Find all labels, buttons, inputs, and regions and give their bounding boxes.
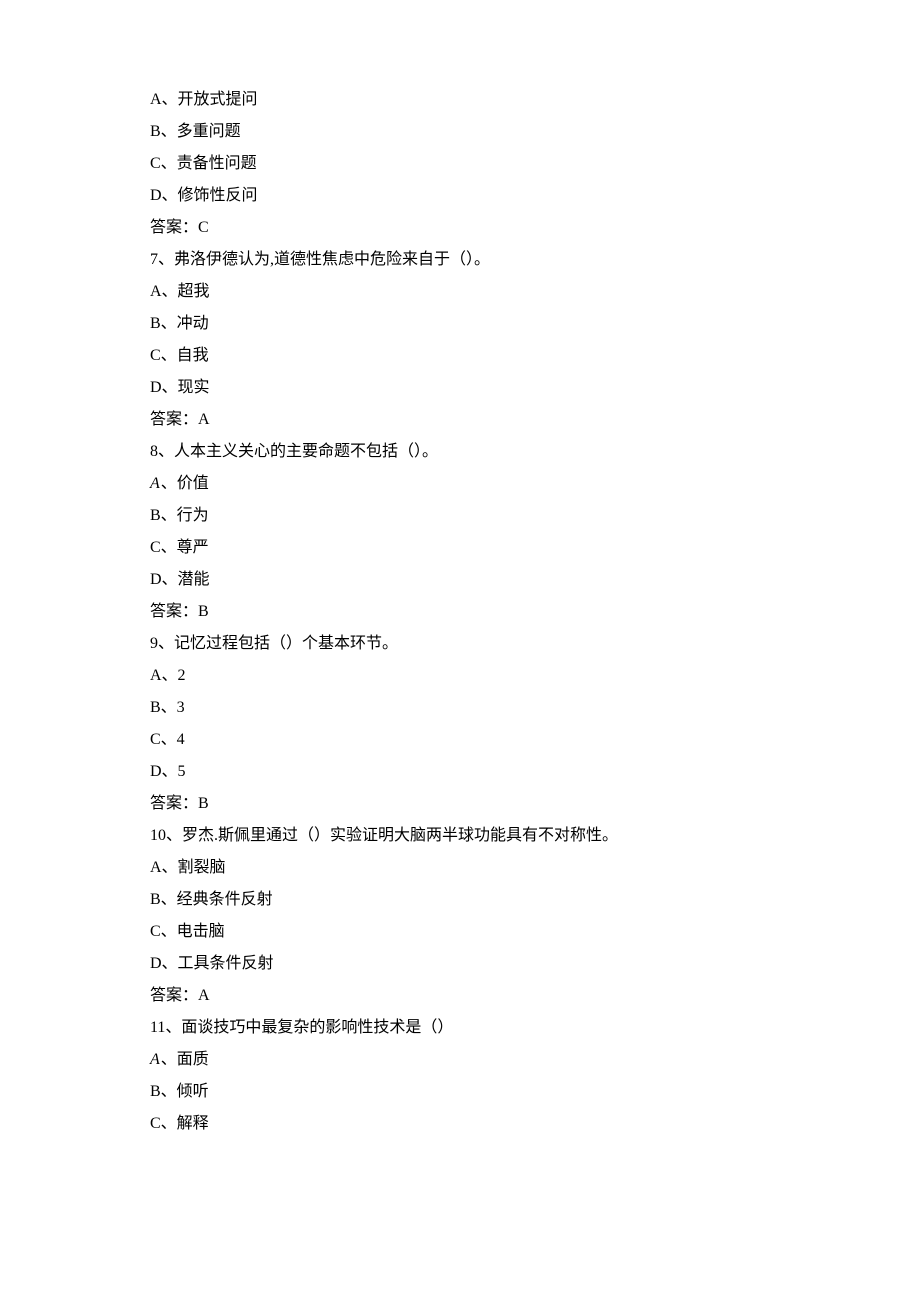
q7-option-d: D、现实 <box>150 372 770 404</box>
q11-a-letter: A <box>150 1051 161 1068</box>
q6-option-c: C、责备性问题 <box>150 148 770 180</box>
q10-option-c: C、电击脑 <box>150 916 770 948</box>
q7-option-a: A、超我 <box>150 276 770 308</box>
q8-option-a: A、价值 <box>150 468 770 500</box>
q9-option-c: C、4 <box>150 724 770 756</box>
q6-answer: 答案：C <box>150 212 770 244</box>
q9-answer: 答案：B <box>150 788 770 820</box>
q6-option-d: D、修饰性反问 <box>150 180 770 212</box>
q10-answer: 答案：A <box>150 980 770 1012</box>
q8-a-rest: 、价值 <box>161 475 209 492</box>
q6-option-a: A、开放式提问 <box>150 84 770 116</box>
q10-stem: 10、罗杰.斯佩里通过（）实验证明大脑两半球功能具有不对称性。 <box>150 820 770 852</box>
q10-option-b: B、经典条件反射 <box>150 884 770 916</box>
q8-answer: 答案：B <box>150 596 770 628</box>
q9-stem: 9、记忆过程包括（）个基本环节。 <box>150 628 770 660</box>
q7-option-b: B、冲动 <box>150 308 770 340</box>
q8-option-b: B、行为 <box>150 500 770 532</box>
q8-a-letter: A <box>150 475 161 492</box>
q11-stem: 11、面谈技巧中最复杂的影响性技术是（） <box>150 1012 770 1044</box>
q9-option-a: A、2 <box>150 660 770 692</box>
q10-option-a: A、割裂脑 <box>150 852 770 884</box>
q11-option-b: B、倾听 <box>150 1076 770 1108</box>
document-page: A、开放式提问 B、多重问题 C、责备性问题 D、修饰性反问 答案：C 7、弗洛… <box>0 0 920 1301</box>
q9-option-d: D、5 <box>150 756 770 788</box>
q9-option-b: B、3 <box>150 692 770 724</box>
q11-a-rest: 、面质 <box>161 1051 209 1068</box>
q8-option-c: C、尊严 <box>150 532 770 564</box>
q11-option-c: C、解释 <box>150 1108 770 1140</box>
q6-option-b: B、多重问题 <box>150 116 770 148</box>
q8-option-d: D、潜能 <box>150 564 770 596</box>
q7-stem: 7、弗洛伊德认为,道德性焦虑中危险来自于（）。 <box>150 244 770 276</box>
q8-stem: 8、人本主义关心的主要命题不包括（）。 <box>150 436 770 468</box>
q10-option-d: D、工具条件反射 <box>150 948 770 980</box>
q7-option-c: C、自我 <box>150 340 770 372</box>
q11-option-a: A、面质 <box>150 1044 770 1076</box>
q7-answer: 答案：A <box>150 404 770 436</box>
